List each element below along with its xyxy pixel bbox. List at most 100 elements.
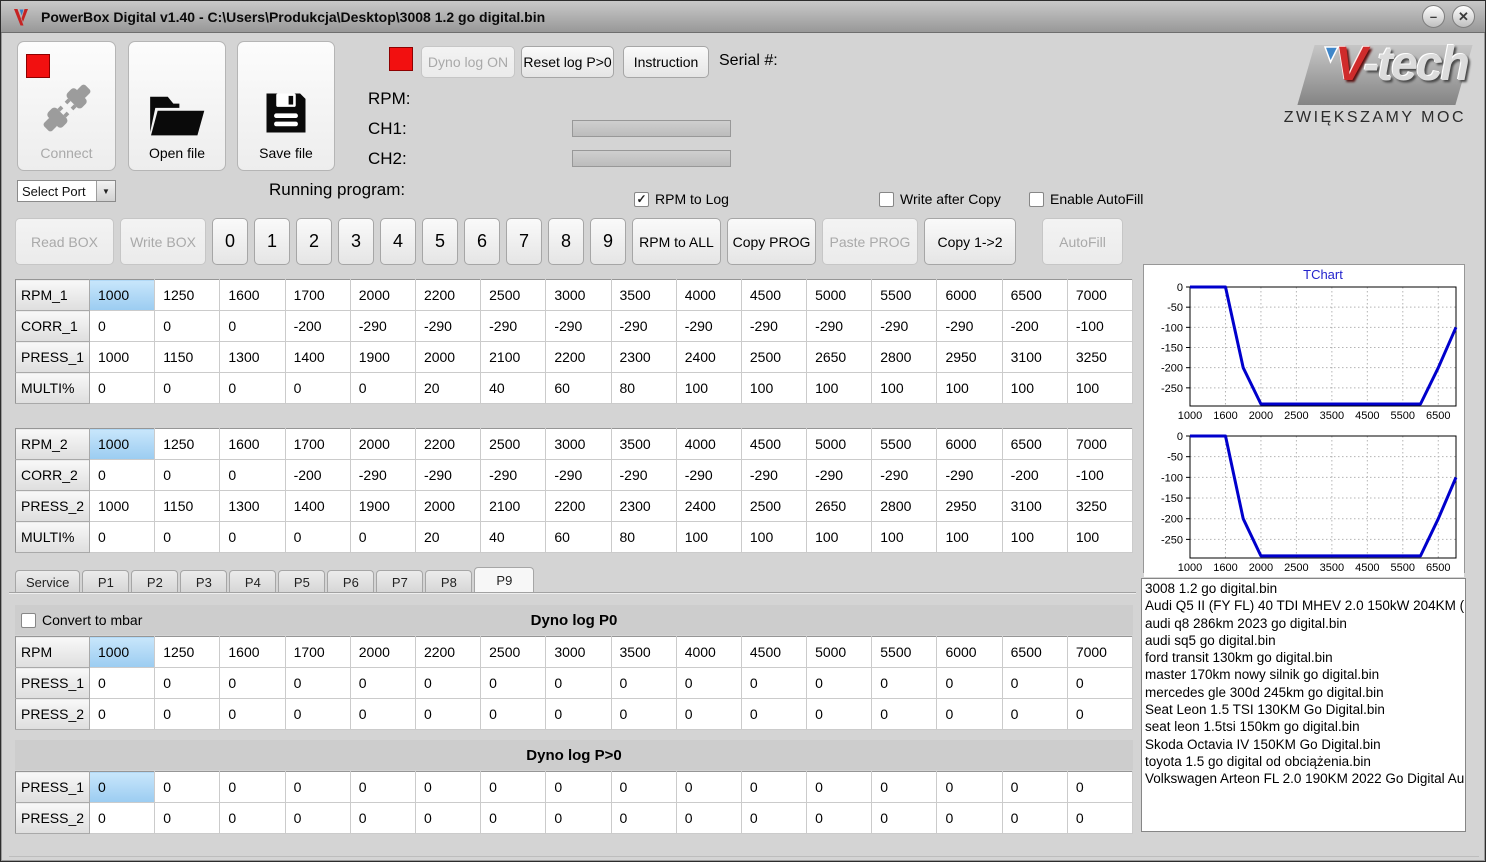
grid-cell[interactable]: -290: [611, 459, 677, 491]
grid-cell[interactable]: 0: [89, 521, 156, 553]
grid-cell[interactable]: 0: [219, 459, 286, 491]
connect-button[interactable]: Connect: [17, 41, 116, 171]
grid-cell[interactable]: 2800: [871, 490, 938, 522]
grid-cell[interactable]: 4000: [676, 279, 742, 311]
grid-cell[interactable]: 100: [806, 521, 873, 553]
grid-cell[interactable]: 0: [415, 771, 482, 803]
grid-cell[interactable]: -290: [415, 310, 482, 342]
grid-cell[interactable]: 100: [806, 372, 873, 404]
grid-cell[interactable]: 2500: [480, 428, 547, 460]
grid-cell[interactable]: 2300: [611, 490, 677, 522]
grid-cell[interactable]: 5500: [871, 636, 938, 668]
grid-cell[interactable]: 2400: [676, 490, 742, 522]
grid-cell[interactable]: 4000: [676, 428, 742, 460]
write-after-copy-checkbox[interactable]: Write after Copy: [879, 191, 1001, 207]
tab-p9[interactable]: P9: [474, 567, 535, 593]
grid-cell[interactable]: 0: [350, 521, 416, 553]
digit-button-5[interactable]: 5: [422, 218, 458, 265]
grid-cell[interactable]: 0: [154, 667, 221, 699]
file-list[interactable]: 3008 1.2 go digital.bin Audi Q5 II (FY FL…: [1141, 578, 1466, 832]
digit-button-1[interactable]: 1: [254, 218, 290, 265]
grid-cell[interactable]: 0: [89, 459, 156, 491]
grid-cell[interactable]: -100: [1067, 310, 1134, 342]
grid-cell[interactable]: 0: [1067, 698, 1134, 730]
grid-cell[interactable]: 0: [285, 521, 351, 553]
grid-cell[interactable]: -290: [480, 310, 547, 342]
grid-cell[interactable]: 3250: [1067, 341, 1134, 373]
grid-cell[interactable]: 100: [1067, 372, 1134, 404]
grid-cell[interactable]: 0: [154, 459, 221, 491]
reset-log-button[interactable]: Reset log P>0: [521, 46, 614, 78]
grid-cell[interactable]: 0: [1002, 771, 1068, 803]
grid-cell[interactable]: 1000: [89, 490, 156, 522]
digit-button-8[interactable]: 8: [548, 218, 584, 265]
grid-cell[interactable]: 0: [219, 802, 286, 834]
grid-cell[interactable]: 2800: [871, 341, 938, 373]
grid-cell[interactable]: 1400: [285, 341, 351, 373]
grid-cell[interactable]: 0: [415, 698, 482, 730]
grid-cell[interactable]: 0: [350, 802, 416, 834]
grid-cell[interactable]: 0: [89, 802, 156, 834]
checkbox-box[interactable]: ✓: [634, 191, 649, 207]
digit-button-3[interactable]: 3: [338, 218, 374, 265]
grid-cell[interactable]: 5000: [806, 279, 873, 311]
grid-cell[interactable]: -290: [611, 310, 677, 342]
digit-button-2[interactable]: 2: [296, 218, 332, 265]
grid-cell[interactable]: 4000: [676, 636, 742, 668]
grid-cell[interactable]: -200: [285, 459, 351, 491]
grid-cell[interactable]: 3000: [545, 428, 612, 460]
grid-cell[interactable]: 80: [611, 521, 677, 553]
grid-cell[interactable]: -290: [676, 459, 742, 491]
grid-cell[interactable]: 1000: [89, 279, 156, 311]
tab-service[interactable]: Service: [15, 570, 81, 593]
grid-cell[interactable]: -200: [1002, 310, 1068, 342]
grid-cell[interactable]: 0: [154, 310, 221, 342]
grid-cell[interactable]: 7000: [1067, 428, 1134, 460]
grid-cell[interactable]: 0: [676, 771, 742, 803]
grid-cell[interactable]: -290: [545, 459, 612, 491]
grid-cell[interactable]: 3100: [1002, 490, 1068, 522]
write-box-button[interactable]: Write BOX: [120, 218, 206, 265]
grid-cell[interactable]: 2100: [480, 490, 547, 522]
grid-cell[interactable]: 0: [545, 802, 612, 834]
file-list-item[interactable]: Volkswagen Arteon FL 2.0 190KM 2022 Go D…: [1145, 770, 1464, 787]
grid-cell[interactable]: 0: [480, 802, 547, 834]
chevron-down-icon[interactable]: ▼: [96, 181, 115, 201]
grid-cell[interactable]: 3500: [611, 428, 677, 460]
grid-cell[interactable]: 0: [285, 698, 351, 730]
tab-p2[interactable]: P2: [131, 570, 179, 593]
file-list-item[interactable]: audi q8 286km 2023 go digital.bin: [1145, 615, 1462, 632]
grid-cell[interactable]: 0: [871, 698, 938, 730]
autofill-button[interactable]: AutoFill: [1042, 218, 1123, 265]
grid-cell[interactable]: 0: [1067, 802, 1134, 834]
grid-cell[interactable]: 0: [1002, 698, 1068, 730]
grid-cell[interactable]: 0: [611, 667, 677, 699]
grid-cell[interactable]: 60: [545, 372, 612, 404]
grid-cell[interactable]: 0: [1067, 771, 1134, 803]
grid-cell[interactable]: 0: [89, 372, 156, 404]
grid-cell[interactable]: 40: [480, 521, 547, 553]
grid-cell[interactable]: -100: [1067, 459, 1134, 491]
minimize-button[interactable]: –: [1422, 5, 1445, 28]
grid-cell[interactable]: 0: [741, 802, 808, 834]
instruction-button[interactable]: Instruction: [623, 46, 709, 78]
grid-cell[interactable]: 0: [1067, 667, 1134, 699]
tab-p3[interactable]: P3: [180, 570, 228, 593]
grid-cell[interactable]: 0: [1002, 802, 1068, 834]
grid-cell[interactable]: 0: [480, 698, 547, 730]
rpm-to-all-button[interactable]: RPM to ALL: [632, 218, 721, 265]
grid-cell[interactable]: 2100: [480, 341, 547, 373]
grid-cell[interactable]: 1600: [219, 279, 286, 311]
grid-cell[interactable]: 2200: [415, 428, 482, 460]
grid-cell[interactable]: 0: [285, 667, 351, 699]
grid-cell[interactable]: 100: [741, 372, 808, 404]
grid-cell[interactable]: 0: [285, 771, 351, 803]
open-file-button[interactable]: Open file: [128, 41, 226, 171]
grid-cell[interactable]: 1250: [154, 279, 221, 311]
grid-cell[interactable]: 5500: [871, 279, 938, 311]
grid-cell[interactable]: 100: [871, 372, 938, 404]
grid-cell[interactable]: 1250: [154, 428, 221, 460]
paste-prog-button[interactable]: Paste PROG: [822, 218, 918, 265]
grid-cell[interactable]: 2000: [350, 428, 416, 460]
grid-cell[interactable]: 0: [219, 521, 286, 553]
